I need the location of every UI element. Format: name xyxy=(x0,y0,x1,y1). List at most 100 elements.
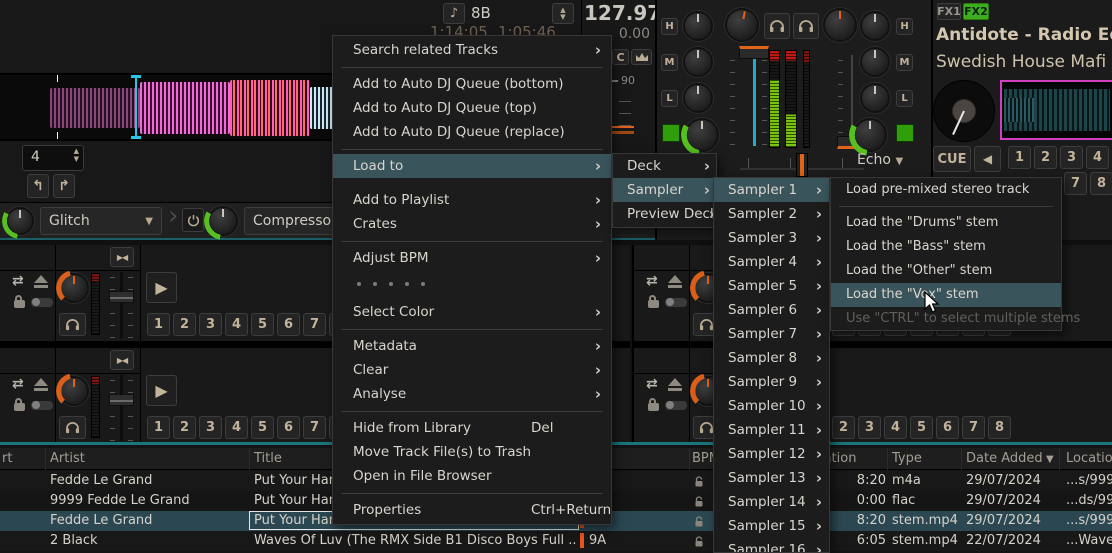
eq-low-knob-right[interactable] xyxy=(860,83,890,113)
fx-slot1-select[interactable]: Glitch ▼ xyxy=(40,207,162,235)
eject-icon[interactable] xyxy=(668,378,682,391)
spinner-up-icon[interactable]: ▲ xyxy=(74,147,79,155)
unlock-icon[interactable] xyxy=(648,398,659,411)
step-back-button[interactable]: ◀ xyxy=(974,146,1001,172)
sampler-hotcue-1[interactable]: 1 xyxy=(147,313,170,336)
pitch-handle[interactable] xyxy=(109,394,134,406)
menu-item-sampler-3[interactable]: Sampler 3 › xyxy=(714,226,829,250)
menu-item-sampler-2[interactable]: Sampler 2 › xyxy=(714,202,829,226)
menu-item-hide-from-library[interactable]: Hide from Library Del xyxy=(333,416,611,440)
hotcue-1-button[interactable]: 1 xyxy=(1008,146,1031,169)
eq-high-kill-left[interactable]: H xyxy=(661,18,678,35)
cue-button[interactable]: CUE xyxy=(933,146,971,172)
sort-desc-icon[interactable]: ▼ xyxy=(1046,454,1054,465)
sampler-hotcue-4[interactable]: 4 xyxy=(225,416,248,439)
menu-item-sampler-16[interactable]: Sampler 16 › xyxy=(714,538,829,552)
lock-icon[interactable] xyxy=(14,295,25,308)
mode-toggle[interactable] xyxy=(30,297,54,308)
menu-item-add-to-playlist[interactable]: Add to Playlist › xyxy=(333,188,611,212)
menu-item-autodj-top[interactable]: Add to Auto DJ Queue (top) xyxy=(333,96,611,120)
menu-item-sampler-10[interactable]: Sampler 10 › xyxy=(714,394,829,418)
color-dot[interactable] xyxy=(405,282,409,286)
sampler-hotcue-2[interactable]: 2 xyxy=(173,313,196,336)
sampler-hotcue-5[interactable]: 5 xyxy=(251,313,274,336)
rate-slider-handle[interactable] xyxy=(610,126,634,134)
crown-icon-button[interactable] xyxy=(631,49,652,65)
menu-item-sampler-7[interactable]: Sampler 7 › xyxy=(714,322,829,346)
hotcue-8-button[interactable]: 8 xyxy=(1090,172,1112,195)
sampler-hotcue-3[interactable]: 3 xyxy=(199,313,222,336)
menu-item-sampler-4[interactable]: Sampler 4 › xyxy=(714,250,829,274)
eject-icon[interactable] xyxy=(34,275,48,288)
sampler-hotcue-3[interactable]: 3 xyxy=(199,416,222,439)
eject-icon[interactable] xyxy=(34,378,48,391)
menu-item-load-bass-stem[interactable]: Load the "Bass" stem xyxy=(831,235,1061,259)
sampler-hotcue-6[interactable]: 6 xyxy=(277,416,300,439)
col-type[interactable]: Type xyxy=(892,451,922,466)
menu-item-sampler-1[interactable]: Sampler 1 › xyxy=(714,178,829,202)
sampler-play-button[interactable]: ▶ xyxy=(146,375,177,406)
hotcue-7-button[interactable]: 7 xyxy=(1064,172,1087,195)
mode-toggle[interactable] xyxy=(664,400,688,411)
hotcue-2-button[interactable]: 2 xyxy=(1034,146,1057,169)
bpm-lock-icon[interactable] xyxy=(694,516,704,528)
color-dot[interactable] xyxy=(389,282,393,286)
sampler-hotcue-6[interactable]: 6 xyxy=(277,313,300,336)
fx-meta-knob-2[interactable] xyxy=(208,206,238,236)
menu-item-sampler-8[interactable]: Sampler 8 › xyxy=(714,346,829,370)
fx-assign-left[interactable] xyxy=(662,124,680,142)
col-location[interactable]: Location xyxy=(1066,451,1112,466)
quickfx-knob-left[interactable] xyxy=(685,118,719,152)
bpm-lock-icon[interactable] xyxy=(694,536,704,548)
beatsync-button[interactable]: ▶◀ xyxy=(110,350,134,370)
clone-button[interactable]: C xyxy=(612,49,629,65)
key-note-button[interactable]: ♪ xyxy=(443,3,465,24)
hotcue-4-button[interactable]: 4 xyxy=(1086,146,1109,169)
menu-item-sampler-5[interactable]: Sampler 5 › xyxy=(714,274,829,298)
fx-meta-knob[interactable] xyxy=(6,207,34,235)
menu-item-autodj-bottom[interactable]: Add to Auto DJ Queue (bottom) xyxy=(333,72,611,96)
beatjump-forward-button[interactable]: ↱ xyxy=(53,174,75,198)
color-dot[interactable] xyxy=(357,282,361,286)
sampler-hotcue-6[interactable]: 6 xyxy=(936,416,959,439)
menu-item-load-to[interactable]: Load to › xyxy=(333,154,611,178)
sampler-pfl-button[interactable] xyxy=(59,416,86,439)
eject-icon[interactable] xyxy=(668,275,682,288)
sampler-hotcue-4[interactable]: 4 xyxy=(225,313,248,336)
menu-item-sampler-14[interactable]: Sampler 14 › xyxy=(714,490,829,514)
eq-mid-kill-left[interactable]: M xyxy=(661,54,678,71)
eq-high-kill-right[interactable]: H xyxy=(896,18,913,35)
eq-low-kill-left[interactable]: L xyxy=(661,90,678,107)
eq-mid-knob-left[interactable] xyxy=(683,47,713,77)
menu-item-sampler-15[interactable]: Sampler 15 › xyxy=(714,514,829,538)
color-dot[interactable] xyxy=(421,282,425,286)
menu-item-clear[interactable]: Clear › xyxy=(333,358,611,382)
menu-item-sampler-12[interactable]: Sampler 12 › xyxy=(714,442,829,466)
menu-item-sampler-9[interactable]: Sampler 9 › xyxy=(714,370,829,394)
bpm-lock-icon[interactable] xyxy=(694,496,704,508)
col-artist[interactable]: Artist xyxy=(50,451,85,466)
sampler-hotcue-8[interactable]: 8 xyxy=(988,416,1011,439)
fx2-power-button[interactable] xyxy=(182,208,204,232)
menu-item-crates[interactable]: Crates › xyxy=(333,212,611,236)
table-row[interactable]: 2 Black Waves Of Luv (The RMX Side B1 Di… xyxy=(0,531,1112,551)
menu-item-adjust-bpm[interactable]: Adjust BPM › xyxy=(333,246,611,270)
repeat-icon[interactable]: ⇄ xyxy=(12,273,24,289)
repeat-icon[interactable]: ⇄ xyxy=(646,273,658,289)
spinner-down-icon[interactable]: ▼ xyxy=(74,155,79,163)
sampler-hotcue-3[interactable]: 3 xyxy=(858,416,881,439)
fx2-unit-label[interactable]: Echo ▼ xyxy=(857,152,903,168)
sampler-play-button[interactable]: ▶ xyxy=(146,272,177,303)
overview-waveform[interactable] xyxy=(1000,80,1112,140)
repeat-icon[interactable]: ⇄ xyxy=(12,376,24,392)
sampler-hotcue-7[interactable]: 7 xyxy=(303,416,326,439)
fx-assign-right[interactable] xyxy=(896,124,914,142)
unlock-icon[interactable] xyxy=(14,398,25,411)
fx1-assign-button[interactable]: FX1 xyxy=(937,3,961,20)
key-spinner[interactable]: ▲ ▼ xyxy=(552,3,574,24)
gain-knob-left[interactable] xyxy=(725,8,759,42)
sampler-hotcue-5[interactable]: 5 xyxy=(910,416,933,439)
menu-item-properties[interactable]: Properties Ctrl+Return xyxy=(333,498,611,522)
spinner-down-icon[interactable]: ▼ xyxy=(560,13,565,21)
sampler-hotcue-2[interactable]: 2 xyxy=(832,416,855,439)
